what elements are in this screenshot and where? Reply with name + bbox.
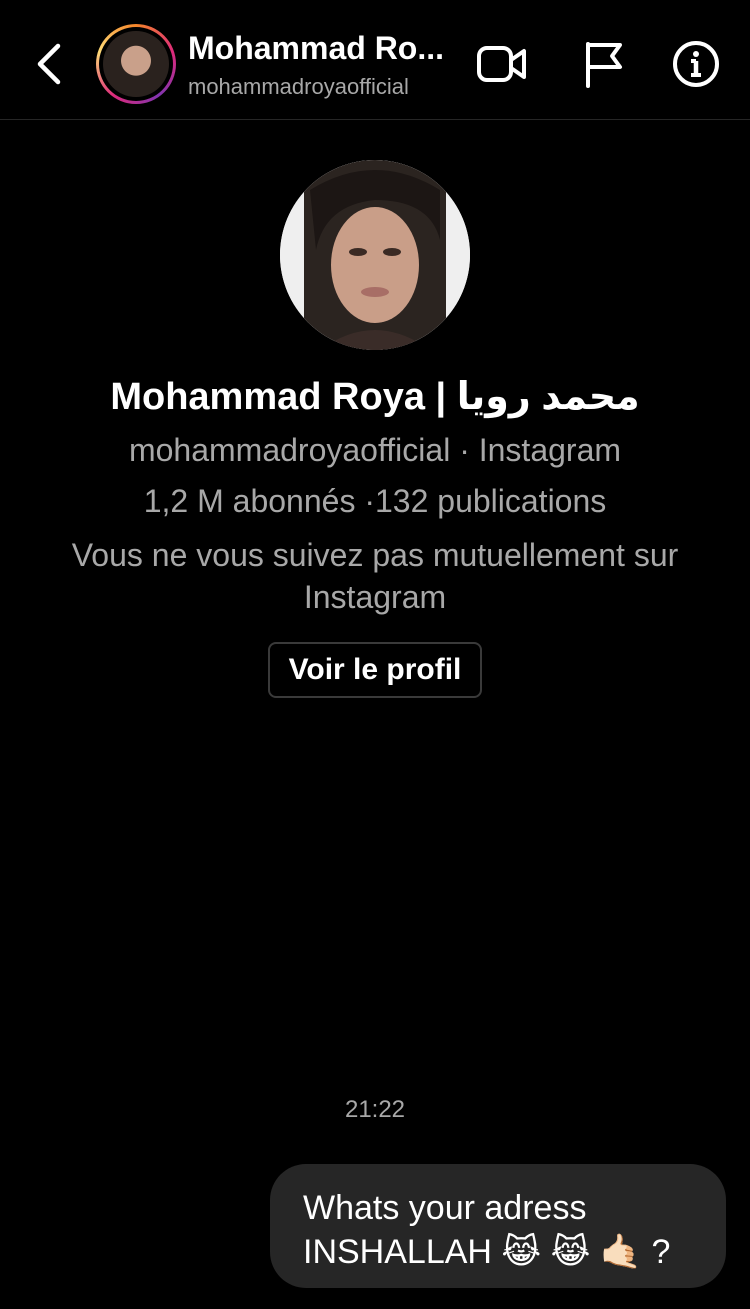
message-text-line-2: INSHALLAH 😹 😹 🤙🏻 ? bbox=[303, 1233, 671, 1271]
video-call-button[interactable] bbox=[476, 38, 528, 90]
profile-username-line: mohammadroyaofficial · Instagram bbox=[128, 432, 622, 468]
chat-title[interactable]: Mohammad Ro... bbox=[188, 30, 458, 67]
report-button[interactable] bbox=[576, 38, 628, 90]
profile-avatar[interactable] bbox=[280, 160, 470, 350]
message-text-line-1: Whats your adress bbox=[303, 1189, 587, 1227]
info-button[interactable] bbox=[670, 38, 722, 90]
mutual-follow-notice: Vous ne vous suivez pas mutuellement sur… bbox=[71, 537, 679, 615]
profile-name: Mohammad Roya | محمد رویا bbox=[110, 376, 640, 418]
back-button[interactable] bbox=[26, 38, 70, 90]
profile-stats: 1,2 M abonnés ·132 publications bbox=[143, 483, 607, 519]
header-avatar[interactable] bbox=[96, 24, 176, 104]
message-timestamp: 21:22 bbox=[344, 1096, 406, 1123]
profile-photo bbox=[280, 160, 470, 350]
chat-header: Mohammad Ro... mohammadroyaofficial bbox=[0, 0, 750, 120]
video-camera-icon bbox=[477, 46, 526, 82]
sent-message-bubble[interactable]: Whats your adress INSHALLAH 😹 😹 🤙🏻 ? bbox=[270, 1164, 726, 1288]
direct-message-screen: Mohammad Ro... mohammadroyaofficial Moha… bbox=[0, 0, 750, 1309]
chat-username[interactable]: mohammadroyaofficial bbox=[188, 74, 458, 100]
chevron-left-icon bbox=[37, 43, 61, 85]
info-icon bbox=[673, 41, 719, 87]
avatar-image bbox=[103, 31, 169, 97]
flag-icon bbox=[586, 42, 622, 88]
view-profile-button[interactable]: Voir le profil bbox=[268, 642, 482, 698]
